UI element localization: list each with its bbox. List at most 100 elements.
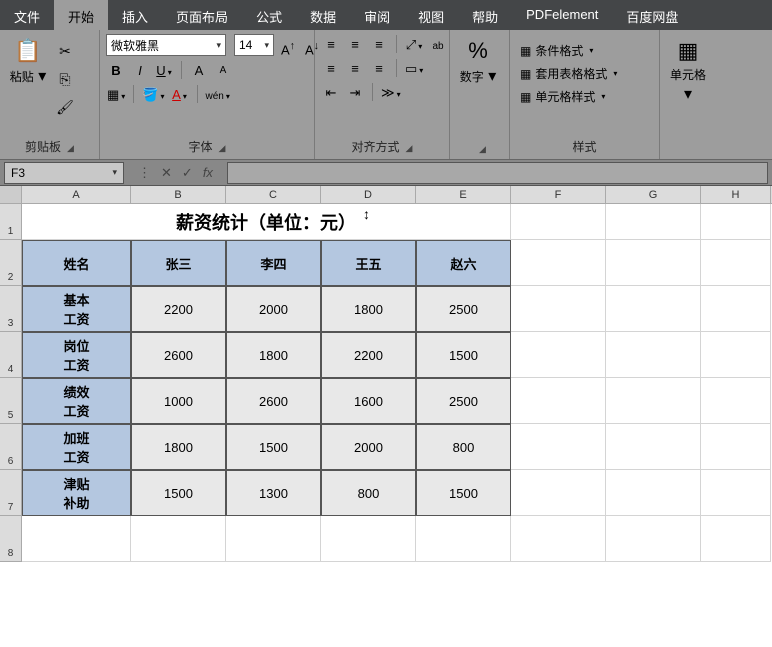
row-header[interactable]: 4	[0, 332, 22, 378]
row-header[interactable]: 6	[0, 424, 22, 470]
format-as-table-button[interactable]: ▦套用表格格式▾	[516, 65, 621, 82]
select-all-corner[interactable]	[0, 186, 22, 203]
cell[interactable]: 1800	[321, 286, 416, 332]
row-label[interactable]: 基本工资	[22, 286, 131, 332]
menu-file[interactable]: 文件	[0, 0, 54, 30]
cell[interactable]: 2500	[416, 378, 511, 424]
menu-page-layout[interactable]: 页面布局	[162, 0, 242, 30]
align-top-button[interactable]: ≡	[321, 34, 341, 54]
cell[interactable]	[701, 240, 771, 286]
table-header[interactable]: 赵六	[416, 240, 511, 286]
increase-indent-button[interactable]: ⇥	[345, 82, 365, 102]
cell[interactable]	[511, 204, 606, 240]
cell[interactable]	[701, 204, 771, 240]
cell[interactable]: 2200	[131, 286, 226, 332]
text-direction-button[interactable]: ≫▾	[380, 82, 402, 102]
dialog-launcher-icon[interactable]: ◢	[479, 144, 486, 154]
cell[interactable]	[606, 378, 701, 424]
table-header[interactable]: 王五	[321, 240, 416, 286]
align-right-button[interactable]: ≡	[369, 58, 389, 78]
underline-button[interactable]: U▾	[154, 60, 174, 80]
font-grow-button[interactable]: A	[189, 60, 209, 80]
cell[interactable]	[606, 204, 701, 240]
name-box[interactable]: F3▾	[4, 162, 124, 184]
cell[interactable]: 1500	[226, 424, 321, 470]
table-header[interactable]: 姓名	[22, 240, 131, 286]
cell[interactable]	[701, 516, 771, 562]
cell[interactable]: 800	[321, 470, 416, 516]
menu-formulas[interactable]: 公式	[242, 0, 296, 30]
cell[interactable]: 1800	[226, 332, 321, 378]
title-cell[interactable]: 薪资统计（单位：元）	[22, 204, 511, 240]
row-header[interactable]: 7	[0, 470, 22, 516]
cell[interactable]: 1000	[131, 378, 226, 424]
cell-styles-button[interactable]: ▦单元格样式▾	[516, 88, 609, 105]
col-header-B[interactable]: B	[131, 186, 226, 203]
phonetic-button[interactable]: wén▾	[205, 84, 231, 104]
cell[interactable]	[701, 424, 771, 470]
cell[interactable]: 2000	[321, 424, 416, 470]
cell[interactable]	[511, 378, 606, 424]
col-header-F[interactable]: F	[511, 186, 606, 203]
cell[interactable]: 1600	[321, 378, 416, 424]
spreadsheet-grid[interactable]: A B C D E F G H 1 薪资统计（单位：元） 2 姓名 张三 李四 …	[0, 186, 772, 562]
table-header[interactable]: 李四	[226, 240, 321, 286]
row-label[interactable]: 加班工资	[22, 424, 131, 470]
number-format-button[interactable]: % 数字 ▾	[456, 34, 500, 90]
cell[interactable]: 1300	[226, 470, 321, 516]
more-icon[interactable]: ⋮	[138, 165, 151, 181]
orientation-button[interactable]: ⤢▾	[404, 34, 424, 54]
cell[interactable]	[606, 332, 701, 378]
cell[interactable]: 2600	[226, 378, 321, 424]
col-header-G[interactable]: G	[606, 186, 701, 203]
row-label[interactable]: 绩效工资	[22, 378, 131, 424]
cell[interactable]: 2000	[226, 286, 321, 332]
cell[interactable]	[511, 286, 606, 332]
row-header[interactable]: 5	[0, 378, 22, 424]
decrease-indent-button[interactable]: ⇤	[321, 82, 341, 102]
align-center-button[interactable]: ≡	[345, 58, 365, 78]
enter-icon[interactable]: ✓	[182, 165, 193, 181]
cell[interactable]: 1500	[416, 332, 511, 378]
cell[interactable]	[606, 516, 701, 562]
cut-button[interactable]: ✂	[54, 40, 76, 62]
cell[interactable]	[701, 470, 771, 516]
table-header[interactable]: 张三	[131, 240, 226, 286]
menu-baidu[interactable]: 百度网盘	[612, 0, 692, 30]
cell[interactable]	[321, 516, 416, 562]
col-header-C[interactable]: C	[226, 186, 321, 203]
cell[interactable]	[22, 516, 131, 562]
italic-button[interactable]: I	[130, 60, 150, 80]
row-label[interactable]: 津贴补助	[22, 470, 131, 516]
cell[interactable]: 1500	[131, 470, 226, 516]
cell[interactable]	[511, 424, 606, 470]
menu-help[interactable]: 帮助	[458, 0, 512, 30]
copy-button[interactable]: ⎘	[54, 68, 76, 90]
format-painter-button[interactable]: 🖌	[54, 96, 76, 118]
menu-pdfelement[interactable]: PDFelement	[512, 0, 612, 30]
cell[interactable]	[701, 378, 771, 424]
cell[interactable]	[606, 240, 701, 286]
align-middle-button[interactable]: ≡	[345, 34, 365, 54]
menu-data[interactable]: 数据	[296, 0, 350, 30]
increase-font-button[interactable]: A↑	[278, 35, 298, 55]
col-header-H[interactable]: H	[701, 186, 771, 203]
cell[interactable]: 2500	[416, 286, 511, 332]
cancel-icon[interactable]: ✕	[161, 165, 172, 181]
cell[interactable]	[511, 516, 606, 562]
cell[interactable]	[606, 470, 701, 516]
cell[interactable]	[511, 332, 606, 378]
row-header-2[interactable]: 2	[0, 240, 22, 286]
cell[interactable]	[416, 516, 511, 562]
cell[interactable]	[701, 286, 771, 332]
menu-review[interactable]: 审阅	[350, 0, 404, 30]
fill-color-button[interactable]: 🪣▾	[141, 84, 165, 104]
dialog-launcher-icon[interactable]: ◢	[67, 143, 74, 153]
wrap-text-button[interactable]: ab	[428, 34, 448, 54]
col-header-E[interactable]: E	[416, 186, 511, 203]
cell[interactable]: 1500	[416, 470, 511, 516]
dialog-launcher-icon[interactable]: ◢	[406, 143, 413, 153]
cells-button[interactable]: ▦ 单元格 ▾	[666, 34, 710, 108]
cell[interactable]	[131, 516, 226, 562]
font-color-button[interactable]: A▾	[170, 84, 190, 104]
